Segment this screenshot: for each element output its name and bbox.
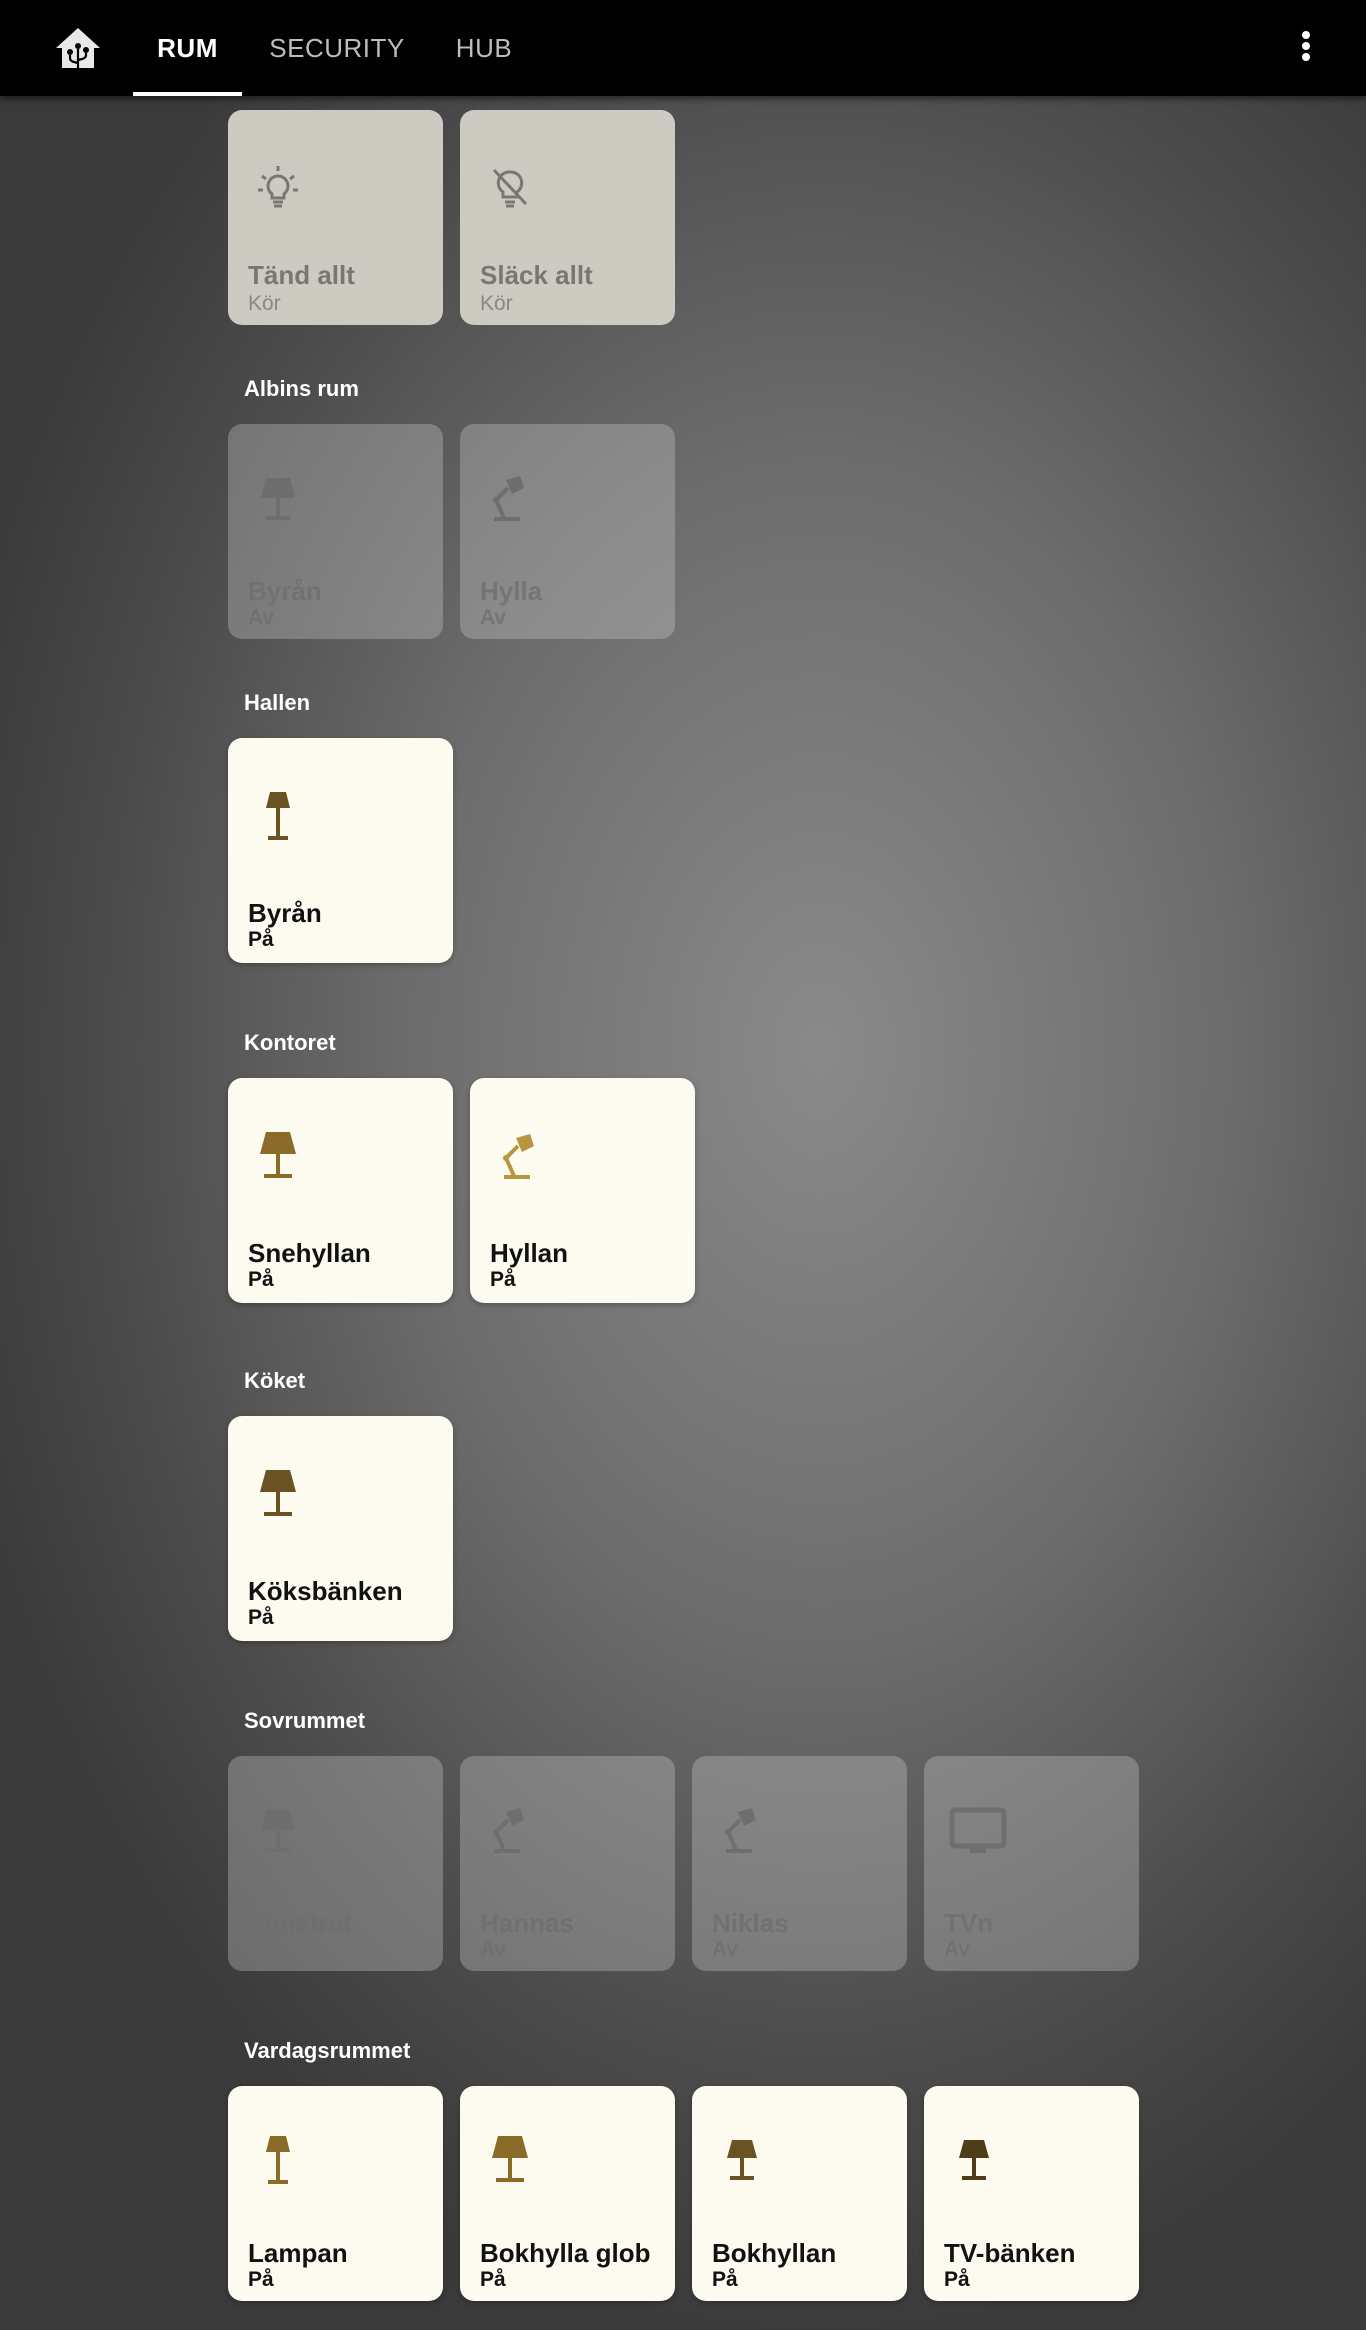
tab-rum[interactable]: RUM [133,0,242,96]
tile-state: På [248,928,274,951]
tile-state: Av [480,1938,507,1961]
tile-name: Släck allt [480,260,593,290]
tile-state: Kör [248,292,281,315]
device-tile-kontoret-hyllan[interactable]: Hyllan På [470,1078,695,1303]
device-tile-albins-hylla[interactable]: Hylla Av [460,424,675,639]
tile-state: På [248,1606,274,1629]
tile-state: Av [480,606,507,629]
lamp-icon [492,2136,528,2182]
desk-lamp-icon [503,1134,534,1179]
tile-state: På [248,2268,274,2291]
section-title-vardagsrummet: Vardagsrummet [244,2038,411,2063]
tile-state: På [490,1268,516,1291]
device-tile-hallen-byran[interactable]: Byrån På [228,738,453,963]
tab-security[interactable]: SECURITY [262,0,412,96]
tile-state: På [248,1268,274,1291]
tile-name: TV-bänken [944,2238,1076,2268]
tile-state: Av [712,1938,739,1961]
tile-state: Kör [480,292,513,315]
floor-lamp-icon [266,2136,290,2184]
desk-lamp-icon [493,1808,524,1853]
television-icon [949,1807,1007,1853]
device-tile-vardagsrummet-tv-banken[interactable]: TV-bänken På [924,2086,1139,2301]
lightbulb-off-outline-icon [492,168,528,208]
device-tile-kontoret-snehyllan[interactable]: Snehyllan På [228,1078,453,1303]
lamp-icon [727,2140,757,2180]
tile-state: Av [248,606,275,629]
top-app-bar: RUM SECURITY HUB [0,0,1366,96]
section-title-albins-rum: Albins rum [244,376,359,401]
tile-name: Bokhyllan [712,2238,837,2268]
device-tile-sovrummet-tvn[interactable]: TVn Av [924,1756,1139,1971]
tile-name: Byrån [248,898,322,928]
tile-name: Lampan [248,2238,348,2268]
tile-state: Av [248,1938,275,1961]
tile-name: Niklas [712,1908,789,1938]
tile-state: På [712,2268,738,2291]
device-tile-vardagsrummet-bokhyllan[interactable]: Bokhyllan På [692,2086,907,2301]
desk-lamp-icon [725,1808,756,1853]
section-title-hallen: Hallen [244,690,311,715]
floor-lamp-icon [266,792,290,840]
tile-name: Köksbänken [248,1576,403,1606]
section-title-sovrummet: Sovrummet [244,1708,366,1733]
tile-name: Tänd allt [248,260,355,290]
section-title-kontoret: Kontoret [244,1030,336,1055]
lightbulb-outline-icon [258,166,298,208]
tile-name: Bokhylla glob [480,2238,651,2268]
tile-name: Hannas [480,1908,574,1938]
lamp-icon [260,1470,296,1516]
lamp-icon [959,2140,989,2180]
tile-name: Byrån [248,576,322,606]
device-tile-sovrummet-fonstret[interactable]: Fönstret Av [228,1756,443,1971]
lamp-icon [261,478,295,520]
device-tile-vardagsrummet-bokhylla-glob[interactable]: Bokhylla glob På [460,2086,675,2301]
tile-name: Fönstret [248,1908,352,1938]
tile-name: Snehyllan [248,1238,371,1268]
overflow-menu-icon[interactable] [1296,28,1316,68]
desk-lamp-icon [493,476,524,521]
tile-name: TVn [944,1908,994,1938]
lamp-icon [261,1810,295,1852]
device-tile-albins-byran[interactable]: Byrån Av [228,424,443,639]
tile-state: På [944,2268,970,2291]
lamp-icon [260,1132,296,1178]
tile-name: Hylla [480,576,543,606]
device-tile-sovrummet-hannas[interactable]: Hannas Av [460,1756,675,1971]
scene-tile-slack-allt[interactable]: Släck allt Kör [460,110,675,325]
device-tile-koket-koksbanken[interactable]: Köksbänken På [228,1416,453,1641]
device-tile-vardagsrummet-lampan[interactable]: Lampan På [228,2086,443,2301]
tab-hub[interactable]: HUB [440,0,528,96]
tile-name: Hyllan [490,1238,569,1268]
tile-state: Av [944,1938,971,1961]
device-tile-sovrummet-niklas[interactable]: Niklas Av [692,1756,907,1971]
scene-tile-tand-allt[interactable]: Tänd allt Kör [228,110,443,325]
section-title-koket: Köket [244,1368,306,1393]
tile-state: På [480,2268,506,2291]
home-assistant-icon[interactable] [52,24,104,72]
